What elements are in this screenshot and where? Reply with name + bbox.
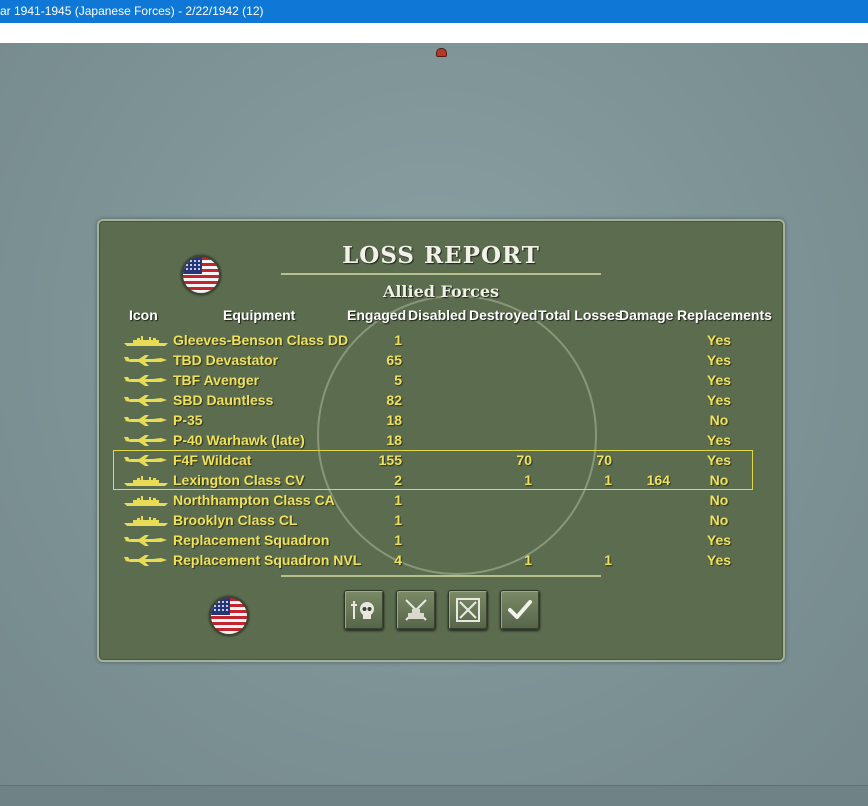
header-engaged: Engaged (347, 307, 407, 323)
cell-equipment: Brooklyn Class CL (173, 512, 298, 528)
cell-engaged: 1 (394, 332, 402, 348)
cell-equipment: Replacement Squadron (173, 532, 330, 548)
plane-icon (123, 434, 169, 447)
cell-replacements: No (709, 512, 729, 528)
header-replacements: Replacements (677, 307, 772, 323)
table-row[interactable]: Brooklyn Class CL 1 No (99, 510, 783, 530)
cell-destroyed: 1 (524, 552, 532, 568)
table-row[interactable]: Replacement Squadron NVL 4 1 1 Yes (99, 550, 783, 570)
table-row[interactable]: TBD Devastator 65 Yes (99, 350, 783, 370)
cell-engaged: 5 (394, 372, 402, 388)
cell-equipment: Northhampton Class CA (173, 492, 335, 508)
cell-replacements: Yes (706, 372, 732, 388)
cell-equipment: TBD Devastator (173, 352, 279, 368)
header-damage: Damage (619, 307, 674, 323)
table-row[interactable]: Replacement Squadron 1 Yes (99, 530, 783, 550)
plane-icon (123, 354, 169, 367)
cell-equipment: P-35 (173, 412, 203, 428)
cell-engaged: 1 (394, 532, 402, 548)
cell-equipment: TBF Avenger (173, 372, 260, 388)
us-flag-icon (209, 596, 249, 636)
cell-replacements: No (709, 412, 729, 428)
header-disabled: Disabled (408, 307, 467, 323)
confirm-button[interactable] (500, 590, 540, 630)
cell-total-losses: 1 (604, 552, 612, 568)
cell-equipment: SBD Dauntless (173, 392, 274, 408)
status-bar (0, 785, 868, 806)
cell-replacements: Yes (706, 332, 732, 348)
cell-replacements: Yes (706, 392, 732, 408)
plane-icon (123, 554, 169, 567)
ship-icon (123, 334, 169, 347)
crossed-swords-box-icon (456, 598, 480, 622)
ship-icon (123, 514, 169, 527)
cell-engaged: 4 (394, 552, 402, 568)
header-destroyed: Destroyed (469, 307, 538, 323)
header-icon: Icon (129, 307, 158, 323)
checkmark-icon (508, 600, 532, 619)
table-row[interactable]: P-40 Warhawk (late) 18 Yes (99, 430, 783, 450)
report-subtitle: Allied Forces (382, 282, 500, 301)
table-row[interactable]: P-35 18 No (99, 410, 783, 430)
ship-icon (123, 494, 169, 507)
title-divider (281, 273, 601, 275)
crossed-swords-tank-icon (405, 599, 427, 621)
plane-icon (123, 374, 169, 387)
cell-replacements: Yes (706, 432, 732, 448)
cell-engaged: 1 (394, 492, 402, 508)
cell-equipment: Gleeves-Benson Class DD (173, 332, 349, 348)
plane-icon (123, 534, 169, 547)
cell-engaged: 1 (394, 512, 402, 528)
header-equipment: Equipment (223, 307, 296, 323)
cell-replacements: Yes (706, 352, 732, 368)
map-unit-marker[interactable] (436, 48, 447, 57)
plane-icon (123, 414, 169, 427)
cell-engaged: 65 (386, 352, 402, 368)
cell-equipment: P-40 Warhawk (late) (173, 432, 305, 448)
table-row[interactable]: Gleeves-Benson Class DD 1 Yes (99, 330, 783, 350)
cell-engaged: 82 (386, 392, 402, 408)
plane-icon (123, 394, 169, 407)
window-titlebar[interactable]: ar 1941-1945 (Japanese Forces) - 2/22/19… (0, 0, 868, 23)
skull-icon (351, 601, 374, 619)
cell-engaged: 18 (386, 432, 402, 448)
cell-replacements: No (709, 492, 729, 508)
row-highlight (113, 450, 753, 490)
cell-replacements: Yes (706, 532, 732, 548)
table-row[interactable]: SBD Dauntless 82 Yes (99, 390, 783, 410)
bottom-divider (281, 575, 601, 577)
loss-report-dialog: LOSS REPORT Allied Forces Icon Equipment… (97, 219, 785, 662)
header-total-losses: Total Losses (538, 307, 623, 323)
casualties-button[interactable] (344, 590, 384, 630)
cell-equipment: Replacement Squadron NVL (173, 552, 362, 568)
destroyed-units-button[interactable] (448, 590, 488, 630)
table-row[interactable]: Northhampton Class CA 1 No (99, 490, 783, 510)
menu-bar (0, 23, 868, 43)
disabled-units-button[interactable] (396, 590, 436, 630)
report-title: LOSS REPORT (342, 242, 540, 269)
cell-replacements: Yes (706, 552, 732, 568)
window-title: ar 1941-1945 (Japanese Forces) - 2/22/19… (0, 4, 264, 18)
cell-engaged: 18 (386, 412, 402, 428)
table-row[interactable]: TBF Avenger 5 Yes (99, 370, 783, 390)
